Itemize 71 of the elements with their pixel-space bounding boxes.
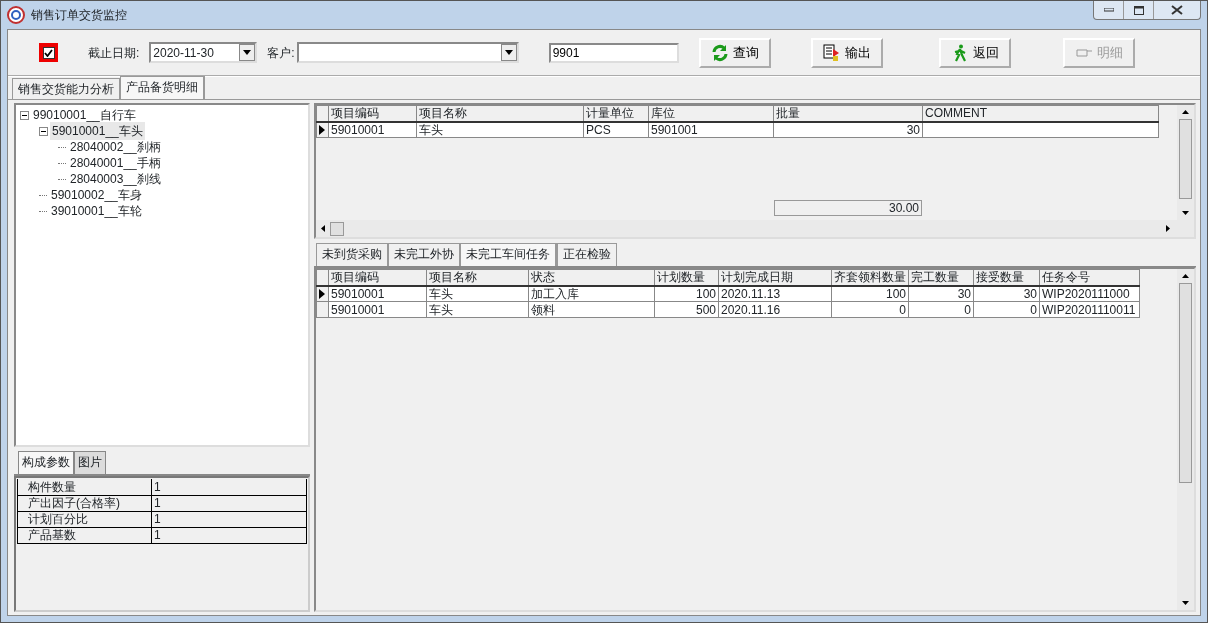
param-name: 构件数量	[17, 479, 152, 495]
column-header[interactable]: COMMENT	[922, 105, 1159, 122]
date-label: 截止日期:	[88, 44, 140, 62]
tab[interactable]: 销售交货能力分析	[12, 78, 120, 99]
tree-item[interactable]: 99010001__自行车	[31, 106, 138, 124]
dropdown-arrow-icon[interactable]	[504, 50, 513, 55]
param-value: 1	[151, 495, 307, 511]
param-name: 产品基数	[17, 527, 152, 543]
scroll-thumb[interactable]	[1179, 119, 1192, 199]
column-header[interactable]: 库位	[648, 105, 774, 122]
refresh-icon	[710, 43, 729, 62]
column-header[interactable]: 项目名称	[416, 105, 584, 122]
scroll-down-icon[interactable]	[1182, 211, 1189, 215]
horizontal-scrollbar[interactable]	[316, 220, 1194, 237]
column-header[interactable]: 完工数量	[908, 269, 974, 286]
tab[interactable]: 正在检验	[557, 243, 617, 266]
column-header[interactable]: 批量	[773, 105, 923, 122]
scroll-down-icon[interactable]	[1182, 601, 1189, 605]
collapse-icon[interactable]	[20, 110, 29, 120]
tab[interactable]: 未完工车间任务	[460, 243, 557, 266]
tree-item[interactable]: 59010001__车头	[50, 122, 145, 140]
dropdown-arrow-icon[interactable]	[243, 50, 252, 55]
close-icon	[1171, 5, 1183, 15]
tab[interactable]: 未到货采购	[316, 243, 388, 266]
param-value: 1	[151, 527, 307, 543]
vertical-scrollbar[interactable]	[1177, 269, 1194, 610]
column-header[interactable]: 计量单位	[583, 105, 649, 122]
column-header[interactable]: 项目编码	[328, 269, 427, 286]
collapse-icon[interactable]	[39, 126, 48, 136]
tree-item[interactable]: 28040003__刹线	[68, 170, 163, 188]
column-header[interactable]: 项目编码	[328, 105, 417, 122]
param-value: 1	[151, 511, 307, 527]
column-header[interactable]: 任务令号	[1039, 269, 1140, 286]
tree-item[interactable]: 28040002__刹柄	[68, 138, 163, 156]
app-icon	[7, 6, 25, 24]
tree-item[interactable]: 39010001__车轮	[49, 202, 144, 220]
column-header[interactable]: 项目名称	[426, 269, 529, 286]
scroll-right-icon[interactable]	[1166, 225, 1170, 232]
param-value: 1	[151, 479, 307, 495]
column-header[interactable]: 计划数量	[654, 269, 719, 286]
param-name: 计划百分比	[17, 511, 152, 527]
toolbar-button[interactable]: 查询	[698, 37, 771, 68]
maximize-icon	[1133, 5, 1144, 15]
filter-checkbox[interactable]	[39, 43, 58, 62]
tab[interactable]: 产品备货明细	[120, 76, 205, 99]
scroll-up-icon[interactable]	[1182, 110, 1189, 114]
column-header[interactable]: 状态	[528, 269, 655, 286]
document-arrow-icon	[822, 43, 841, 62]
toolbar-button[interactable]: 输出	[810, 37, 883, 68]
scroll-thumb[interactable]	[330, 221, 344, 236]
check-icon	[44, 48, 53, 57]
scroll-thumb[interactable]	[1179, 283, 1192, 483]
scroll-left-icon[interactable]	[321, 225, 325, 232]
param-name: 产出因子(合格率)	[17, 495, 152, 511]
tree-item[interactable]: 59010002__车身	[49, 186, 144, 204]
scroll-up-icon[interactable]	[1182, 274, 1189, 278]
tab[interactable]: 构成参数	[18, 451, 74, 474]
minimize-icon	[1103, 8, 1114, 12]
tab[interactable]: 图片	[74, 451, 106, 474]
total-field: 30.00	[774, 200, 922, 216]
code-input-field[interactable]: 9901	[548, 42, 679, 63]
tab[interactable]: 未完工外协	[388, 243, 460, 266]
column-header[interactable]: 齐套领料数量	[831, 269, 909, 286]
column-header[interactable]: 接受数量	[973, 269, 1040, 286]
date-dropdown[interactable]: 2020-11-30	[149, 42, 258, 63]
tree-item[interactable]: 28040001__手柄	[68, 154, 163, 172]
window-title: 销售订单交货监控	[31, 7, 127, 24]
vertical-scrollbar[interactable]	[1177, 105, 1194, 220]
customer-label: 客户:	[267, 44, 295, 62]
column-header[interactable]: 计划完成日期	[718, 269, 832, 286]
toolbar-button[interactable]: 返回	[938, 37, 1011, 68]
